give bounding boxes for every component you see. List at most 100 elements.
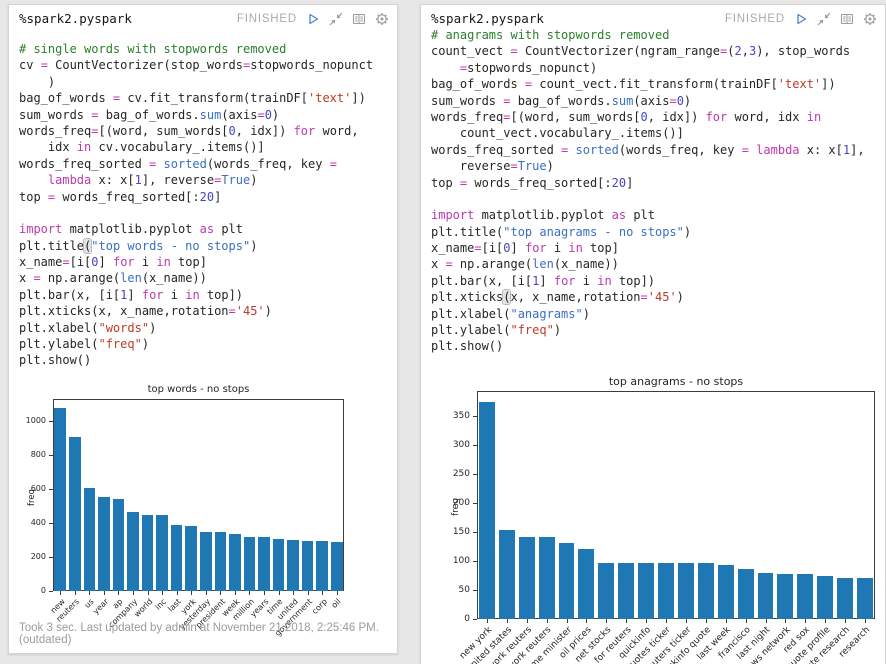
code-line: top = words_freq_sorted[:20]	[19, 189, 222, 204]
bar	[112, 499, 125, 591]
bar-chart-anagrams: top anagrams - no stops freq 0 50 100 150 200 2…	[437, 375, 885, 664]
bar	[697, 562, 714, 619]
x-tick	[103, 591, 105, 595]
y-tick-label: 1000	[25, 416, 46, 426]
code-line: import matplotlib.pyplot as plt	[19, 222, 243, 237]
plot-area	[53, 399, 344, 591]
code-line: plt.bar(x, [i[1] for i in top])	[431, 273, 656, 288]
bar	[578, 548, 595, 619]
y-tick-label: 150	[452, 527, 470, 538]
book-icon[interactable]	[352, 12, 366, 26]
x-tick	[191, 591, 193, 595]
code-line: plt.title("top anagrams - no stops")	[431, 224, 692, 239]
x-tick	[785, 619, 787, 623]
bar	[837, 577, 854, 619]
status-badge: FINISHED	[724, 13, 785, 25]
x-tick	[234, 591, 236, 595]
bar	[757, 572, 774, 619]
y-tick	[473, 561, 477, 563]
gear-icon[interactable]	[863, 12, 877, 26]
bar	[737, 568, 754, 619]
bar	[638, 562, 655, 619]
y-tick	[49, 557, 53, 559]
code-line: # single words with stopwords removed	[19, 42, 287, 56]
code-line: x = np.arange(len(x_name))	[431, 257, 619, 272]
x-tick	[118, 591, 120, 595]
bar	[229, 534, 241, 591]
y-tick	[473, 590, 477, 592]
notebook-canvas: %spark2.pyspark FINISHED # single words …	[0, 0, 886, 664]
y-tick	[473, 445, 477, 447]
code-line: # anagrams with stopwords removed	[431, 28, 670, 42]
y-tick-label: 200	[30, 552, 46, 562]
x-tick	[336, 591, 338, 595]
plot-area	[477, 391, 875, 619]
compress-icon[interactable]	[329, 12, 343, 26]
y-tick-label: 250	[452, 469, 470, 480]
paragraph-controls: FINISHED	[237, 12, 389, 26]
bar	[170, 524, 183, 591]
code-line: plt.xticks(x, x_name,rotation='45')	[431, 290, 684, 305]
code-line: import matplotlib.pyplot as plt	[431, 208, 655, 223]
y-tick	[49, 421, 53, 423]
x-tick	[307, 591, 309, 595]
code-line: bag_of_words = count_vect.fit_transform(…	[431, 77, 836, 92]
bar	[316, 540, 328, 591]
bar	[258, 537, 270, 591]
y-tick-label: 800	[30, 450, 46, 460]
y-tick	[49, 455, 53, 457]
x-tick	[606, 619, 608, 623]
y-tick-label: 50	[458, 585, 470, 596]
bar	[598, 562, 615, 619]
play-icon[interactable]	[794, 12, 808, 26]
x-tick	[546, 619, 548, 623]
code-line: plt.show()	[431, 339, 504, 354]
x-tick	[162, 591, 164, 595]
code-editor[interactable]: # anagrams with stopwords removed count_v…	[431, 27, 883, 355]
x-tick	[205, 591, 207, 595]
y-tick-label: 0	[464, 614, 470, 624]
bar	[98, 496, 110, 591]
y-tick	[49, 591, 53, 592]
code-line: words_freq=[(word, sum_words[0, idx]) fo…	[431, 109, 822, 124]
bar	[817, 575, 834, 619]
book-icon[interactable]	[840, 12, 854, 26]
y-tick	[473, 474, 477, 476]
status-badge: FINISHED	[236, 13, 297, 25]
code-line: count_vect.vocabulary_.items()]	[431, 126, 684, 141]
compress-icon[interactable]	[817, 12, 831, 26]
bar	[69, 437, 81, 591]
x-tick	[825, 619, 827, 623]
x-tick	[865, 619, 867, 623]
code-line: sum_words = bag_of_words.sum(axis=0)	[19, 107, 280, 122]
x-tick	[506, 619, 508, 623]
play-icon[interactable]	[306, 12, 320, 26]
bar	[558, 543, 575, 619]
code-editor[interactable]: # single words with stopwords removed cv …	[19, 41, 395, 369]
x-tick	[176, 591, 178, 595]
code-line: plt.show()	[19, 353, 92, 368]
y-tick	[473, 532, 477, 534]
bar	[287, 540, 299, 591]
x-tick	[646, 619, 648, 623]
y-tick	[473, 503, 477, 505]
gear-icon[interactable]	[375, 12, 389, 26]
x-tick	[60, 591, 62, 595]
x-tick	[705, 619, 707, 623]
x-tick-label: year	[91, 597, 111, 616]
code-line: plt.ylabel("freq")	[19, 337, 150, 352]
bar	[538, 536, 555, 619]
y-tick	[473, 619, 477, 620]
bar	[272, 539, 285, 591]
y-tick-label: 600	[30, 484, 46, 494]
bar	[797, 574, 814, 619]
x-tick-label: inc	[153, 597, 169, 612]
x-tick	[89, 591, 91, 595]
paragraph-controls: FINISHED	[725, 12, 877, 26]
interpreter-title: %spark2.pyspark	[19, 11, 132, 26]
code-line: count_vect = CountVectorizer(ngram_range…	[431, 44, 851, 59]
bar	[199, 531, 212, 591]
code-line: plt.bar(x, [i[1] for i in top])	[19, 287, 244, 302]
x-tick	[147, 591, 149, 595]
